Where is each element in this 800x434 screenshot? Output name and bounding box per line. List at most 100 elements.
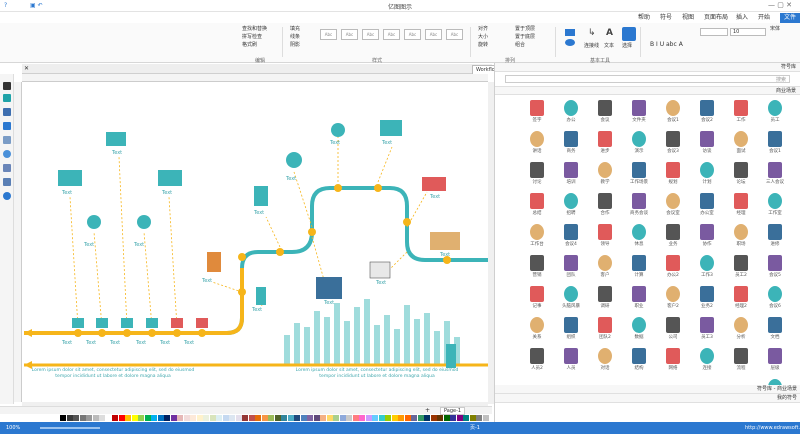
symbol-item[interactable]: 办公	[554, 98, 588, 129]
symbol-item[interactable]: 商务	[554, 129, 588, 160]
color-swatch[interactable]	[398, 415, 404, 421]
symbol-item[interactable]: 签字	[520, 98, 554, 129]
layers-icon[interactable]	[3, 122, 11, 130]
color-swatch[interactable]	[118, 415, 125, 421]
library-footer-item-2[interactable]: 我的符号	[495, 394, 800, 403]
style-swatch-5[interactable]: Abc	[362, 29, 379, 40]
symbol-item[interactable]: 调研	[588, 284, 622, 315]
line-button[interactable]: 线条	[290, 34, 300, 41]
color-swatch[interactable]	[443, 415, 450, 421]
text-label[interactable]: Text	[202, 278, 212, 284]
color-swatch[interactable]	[105, 415, 112, 421]
text-label[interactable]: Text	[110, 340, 120, 346]
color-swatch[interactable]	[391, 415, 398, 421]
symbol-item[interactable]: 会议1	[656, 98, 690, 129]
symbol-item[interactable]: 组织	[554, 315, 588, 346]
text-label[interactable]: Text	[112, 150, 122, 156]
text-label[interactable]: Text	[86, 340, 96, 346]
text-label[interactable]: Text	[382, 140, 392, 146]
symbol-item[interactable]: 经理	[724, 191, 758, 222]
symbol-item[interactable]: 总结	[520, 191, 554, 222]
color-swatch[interactable]	[294, 415, 300, 421]
color-swatch[interactable]	[268, 415, 274, 421]
color-swatch[interactable]	[346, 415, 352, 421]
symbol-item[interactable]: 休息	[622, 222, 656, 253]
color-swatch[interactable]	[86, 415, 92, 421]
tab-view[interactable]: 视图	[678, 13, 698, 23]
globe-icon[interactable]	[3, 150, 11, 158]
color-swatch[interactable]	[222, 415, 229, 421]
symbol-item[interactable]: 工作场景	[622, 160, 656, 191]
font-format-buttons[interactable]: B I U abc A	[650, 41, 683, 48]
data-icon[interactable]	[3, 136, 11, 144]
font-size-select[interactable]: 10	[730, 28, 766, 36]
fill-button[interactable]: 填充	[290, 26, 300, 33]
symbol-item[interactable]: 人员2	[520, 346, 554, 377]
symbol-item[interactable]: 招聘	[554, 191, 588, 222]
color-swatch[interactable]	[261, 415, 268, 421]
text-label[interactable]: Text	[160, 340, 170, 346]
rectangle-shape-icon[interactable]	[565, 29, 575, 36]
symbol-item[interactable]: 工作	[724, 98, 758, 129]
symbol-item[interactable]: 会议5	[758, 253, 792, 284]
color-swatch[interactable]	[378, 415, 385, 421]
align-button[interactable]: 对齐	[478, 26, 488, 33]
symbol-item[interactable]: 规划	[656, 160, 690, 191]
symbol-item[interactable]: 工作3	[690, 253, 724, 284]
symbol-item[interactable]: 连接	[690, 346, 724, 377]
image-icon[interactable]	[3, 164, 11, 172]
symbol-item[interactable]: 员工3	[690, 315, 724, 346]
color-swatch[interactable]	[235, 415, 242, 421]
color-swatch[interactable]	[112, 415, 118, 421]
color-swatch[interactable]	[229, 415, 235, 421]
symbol-item[interactable]: 会议3	[656, 129, 690, 160]
symbol-item[interactable]: 讲话	[520, 129, 554, 160]
symbol-item[interactable]: 进步	[588, 129, 622, 160]
color-swatch[interactable]	[307, 415, 313, 421]
color-swatch[interactable]	[177, 415, 183, 421]
quick-access-toolbar[interactable]: ▣ ↶	[30, 2, 43, 9]
tab-home[interactable]: 开始	[754, 13, 774, 23]
symbol-item[interactable]: 办公2	[656, 253, 690, 284]
color-swatch[interactable]	[482, 415, 489, 421]
tab-help[interactable]: 帮助	[634, 13, 654, 23]
symbol-item[interactable]: 会议	[588, 98, 622, 129]
color-swatch[interactable]	[274, 415, 281, 421]
text-label[interactable]: Text	[62, 340, 72, 346]
text-label[interactable]: Text	[330, 140, 340, 146]
tab-page-layout[interactable]: 页面布局	[700, 13, 732, 23]
text-label[interactable]: Text	[134, 242, 144, 248]
color-swatch[interactable]	[248, 415, 255, 421]
color-swatch[interactable]	[190, 415, 196, 421]
color-swatch[interactable]	[352, 415, 359, 421]
color-swatch[interactable]	[99, 415, 105, 421]
symbol-item[interactable]: 客户	[588, 253, 622, 284]
color-swatch[interactable]	[242, 415, 248, 421]
symbol-item[interactable]: 会议4	[554, 222, 588, 253]
text-label[interactable]: Text	[254, 210, 264, 216]
color-swatch[interactable]	[164, 415, 170, 421]
color-swatch[interactable]	[196, 415, 203, 421]
symbol-item[interactable]: 关系	[520, 315, 554, 346]
symbol-item[interactable]: 协作	[690, 222, 724, 253]
color-swatch[interactable]	[157, 415, 164, 421]
library-footer-item-1[interactable]: 符号库 - 商业场景	[495, 385, 800, 394]
text-label[interactable]: Text	[430, 194, 440, 200]
style-swatch-1[interactable]: Abc	[446, 29, 463, 40]
symbol-item[interactable]: 工作室	[758, 191, 792, 222]
library-search-input[interactable]: 搜索	[505, 75, 790, 83]
help-icon[interactable]: ?	[4, 2, 7, 9]
symbol-item[interactable]: 业务	[656, 222, 690, 253]
symbol-item[interactable]: 会议2	[690, 98, 724, 129]
color-swatch[interactable]	[281, 415, 287, 421]
color-swatch[interactable]	[359, 415, 365, 421]
color-swatch[interactable]	[79, 415, 86, 421]
symbol-item[interactable]: 进修	[758, 222, 792, 253]
symbol-item[interactable]: 教学	[588, 160, 622, 191]
color-swatch[interactable]	[151, 415, 157, 421]
symbol-item[interactable]: 职场	[724, 222, 758, 253]
color-swatch[interactable]	[385, 415, 391, 421]
symbol-item[interactable]: 会议1	[758, 129, 792, 160]
symbol-item[interactable]: 计算	[622, 253, 656, 284]
color-swatch[interactable]	[326, 415, 333, 421]
